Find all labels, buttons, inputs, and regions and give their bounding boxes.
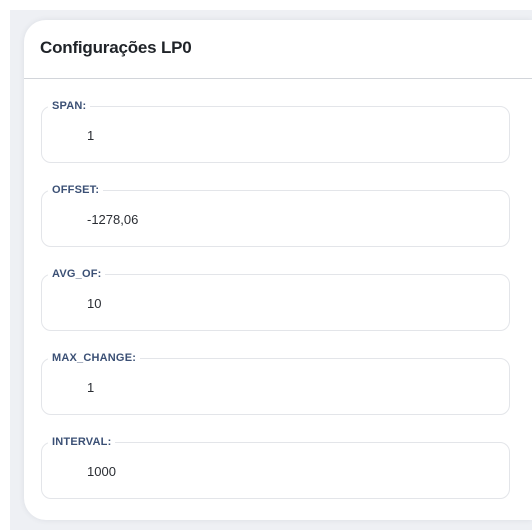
span-fieldset[interactable]: SPAN: 1 [41, 98, 510, 163]
settings-card: Configurações LP0 SPAN: 1 OFFSET: -1278,… [24, 20, 532, 520]
offset-value: -1278,06 [87, 212, 139, 227]
interval-label: INTERVAL: [48, 434, 116, 450]
offset-fieldset[interactable]: OFFSET: -1278,06 [41, 182, 510, 247]
avg-of-fieldset[interactable]: AVG_OF: 10 [41, 266, 510, 331]
card-title: Configurações LP0 [40, 38, 192, 57]
avg-of-value: 10 [87, 296, 102, 311]
max-change-fieldset[interactable]: MAX_CHANGE: 1 [41, 350, 510, 415]
card-header: Configurações LP0 [24, 20, 532, 79]
avg-of-label: AVG_OF: [48, 266, 106, 282]
span-value: 1 [87, 128, 95, 143]
interval-value: 1000 [87, 464, 116, 479]
span-label: SPAN: [48, 98, 91, 114]
offset-label: OFFSET: [48, 182, 104, 198]
max-change-label: MAX_CHANGE: [48, 350, 141, 366]
max-change-value: 1 [87, 380, 95, 395]
interval-fieldset[interactable]: INTERVAL: 1000 [41, 434, 510, 499]
